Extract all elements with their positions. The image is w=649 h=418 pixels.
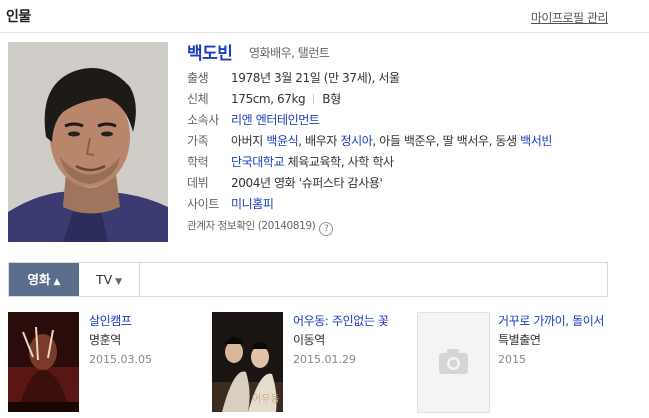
- body-size: 175cm, 67kg: [231, 92, 306, 106]
- birth-value: 1978년 3월 21일 (만 37세), 서울: [231, 71, 400, 85]
- tab-movie[interactable]: 영화 ▲: [9, 263, 79, 296]
- filmography-tabs: 영화 ▲ TV ▼: [8, 262, 608, 297]
- person-job: 영화배우, 탤런트: [249, 46, 330, 60]
- spouse-link[interactable]: 정시아: [340, 134, 372, 148]
- tab-movie-label: 영화: [27, 272, 51, 287]
- family-text: 아버지: [231, 134, 267, 148]
- agency-label: 소속사: [187, 113, 219, 127]
- tab-tv[interactable]: TV ▼: [79, 263, 140, 296]
- debut-label: 데뷔: [187, 176, 209, 190]
- chevron-down-icon: ▼: [115, 277, 123, 287]
- profile-photo[interactable]: [8, 42, 168, 242]
- school-link[interactable]: 단국대학교: [231, 155, 285, 169]
- father-link[interactable]: 백윤식: [266, 134, 298, 148]
- film-title[interactable]: 어우동: 주인없는 꽃: [293, 313, 389, 329]
- site-label: 사이트: [187, 197, 219, 211]
- body-row: 신체 175cm, 67kg B형: [187, 90, 341, 108]
- film-poster[interactable]: 어우동: [212, 312, 283, 412]
- family-text: , 배우자: [298, 134, 341, 148]
- birth-label: 출생: [187, 71, 209, 85]
- verification-note: 관계자 정보확인 (20140819)?: [187, 218, 334, 236]
- film-role: 특별출연: [498, 333, 541, 347]
- chevron-up-icon: ▲: [53, 277, 61, 287]
- debut-row: 데뷔 2004년 영화 '슈퍼스타 감사용': [187, 174, 383, 192]
- birth-row: 출생 1978년 3월 21일 (만 37세), 서울: [187, 69, 400, 87]
- agency-row: 소속사 리엔 엔터테인먼트: [187, 111, 320, 129]
- separator: [313, 94, 315, 104]
- sibling-link[interactable]: 백서빈: [520, 134, 552, 148]
- film-role: 이동역: [293, 333, 325, 347]
- help-icon[interactable]: ?: [319, 222, 334, 236]
- film-info: 어우동: 주인없는 꽃 이동역 2015.01.29: [293, 313, 389, 366]
- film-date: 2015: [498, 353, 526, 366]
- film-title[interactable]: 살인캠프: [89, 313, 152, 329]
- camera-icon: [439, 349, 468, 374]
- film-date: 2015.01.29: [293, 353, 356, 366]
- film-date: 2015.03.05: [89, 353, 152, 366]
- education-detail: 체육교육학, 사학 학사: [284, 155, 394, 169]
- divider: [0, 32, 649, 33]
- education-label: 학력: [187, 155, 209, 169]
- blood-type: B형: [322, 92, 341, 106]
- my-profile-link[interactable]: 마이프로필 관리: [531, 9, 609, 26]
- person-name[interactable]: 백도빈: [187, 39, 233, 64]
- family-text: , 아들 백준우, 딸 백서우, 동생: [372, 134, 521, 148]
- family-row: 가족 아버지 백윤식, 배우자 정시아, 아들 백준우, 딸 백서우, 동생 백서…: [187, 132, 552, 150]
- film-poster-placeholder[interactable]: [417, 312, 490, 413]
- film-poster[interactable]: [8, 312, 79, 412]
- film-info: 살인캠프 명훈역 2015.03.05: [89, 313, 152, 366]
- tab-tv-label: TV: [95, 272, 113, 287]
- film-info: 거꾸로 가까이, 돌이서 특별출연 2015: [498, 313, 618, 366]
- education-row: 학력 단국대학교 체육교육학, 사학 학사: [187, 153, 394, 171]
- body-label: 신체: [187, 92, 209, 106]
- film-role: 명훈역: [89, 333, 121, 347]
- site-row: 사이트 미니홈피: [187, 195, 274, 213]
- agency-link[interactable]: 리엔 엔터테인먼트: [231, 113, 320, 127]
- family-label: 가족: [187, 134, 209, 148]
- film-title[interactable]: 거꾸로 가까이, 돌이서: [498, 313, 618, 329]
- verification-text: 관계자 정보확인 (20140819): [187, 220, 316, 232]
- debut-value: 2004년 영화 '슈퍼스타 감사용': [231, 176, 383, 190]
- svg-text:어우동: 어우동: [252, 393, 280, 405]
- section-title: 인물: [6, 9, 31, 25]
- minihompy-link[interactable]: 미니홈피: [231, 197, 274, 211]
